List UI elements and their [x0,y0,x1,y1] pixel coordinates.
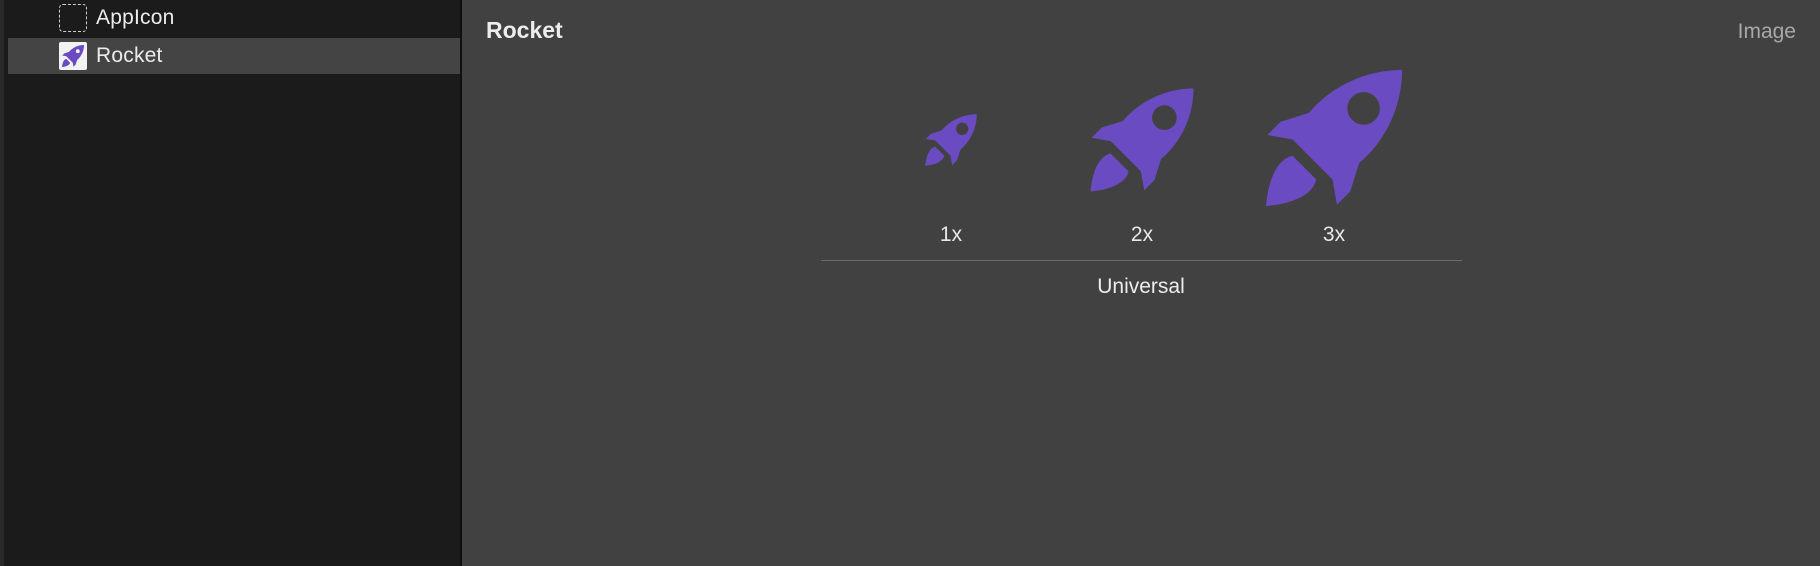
scale-label-2x: 2x [1130,223,1154,246]
rocket-icon [1090,88,1194,192]
scale-label-3x: 3x [1322,223,1346,246]
asset-editor: Rocket Image 1x 2x 3x Universal [462,0,1820,566]
sidebar-item-rocket[interactable]: Rocket [8,38,464,74]
sidebar-item-appicon[interactable]: AppIcon [8,0,464,36]
appicon-placeholder-icon [59,4,87,32]
rocket-icon [1265,69,1403,207]
device-group-label: Universal [1097,275,1185,298]
asset-catalog-window: AppIcon Rocket Rocket Image 1x 2x 3x Uni… [0,0,1820,566]
image-slot-2x[interactable] [1084,80,1200,196]
image-slot-3x[interactable] [1259,62,1409,212]
image-slot-1x[interactable] [921,108,981,168]
rocket-icon [925,114,977,166]
asset-title: Rocket [486,17,563,43]
sidebar-item-label: AppIcon [96,6,175,29]
scale-label-1x: 1x [939,223,963,246]
sidebar-item-label: Rocket [96,44,163,67]
asset-kind-label: Image [1737,20,1796,43]
rocket-icon [59,42,87,70]
asset-sidebar: AppIcon Rocket [0,0,464,566]
slot-group-divider [821,260,1462,261]
